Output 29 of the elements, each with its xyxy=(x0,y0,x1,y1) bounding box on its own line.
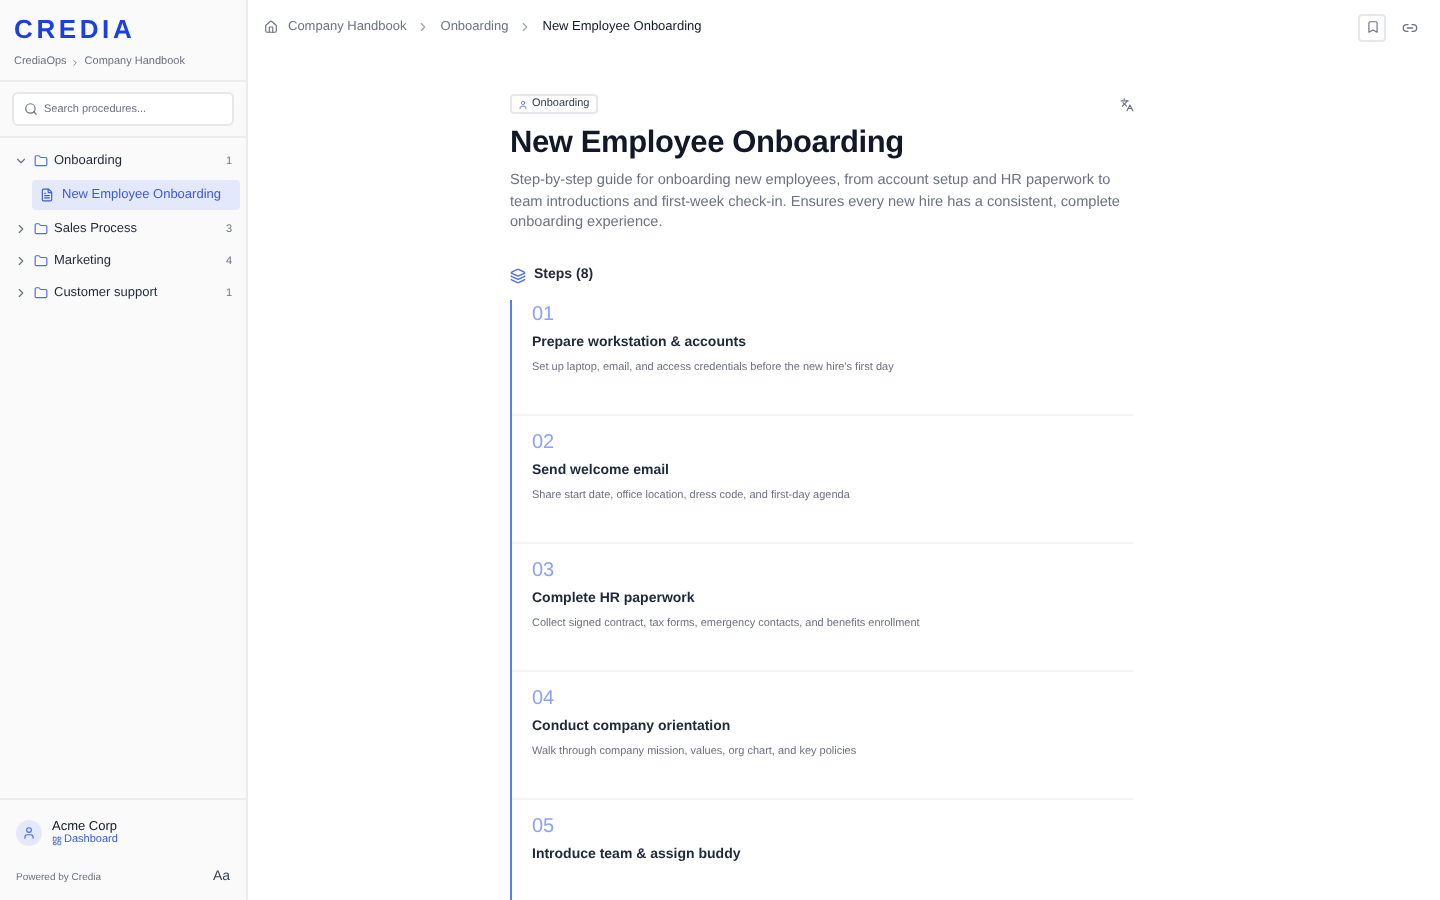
chevron-icon xyxy=(518,20,533,34)
bookmark-button[interactable] xyxy=(1358,13,1386,41)
folder-icon xyxy=(34,222,48,236)
dashboard-icon xyxy=(52,835,62,845)
folder-icon xyxy=(34,254,48,268)
page-title: New Employee Onboarding xyxy=(510,126,906,162)
step-number: 02 xyxy=(532,431,557,453)
chevron-icon xyxy=(14,222,28,236)
search-icon xyxy=(24,102,38,116)
chevron-icon xyxy=(70,57,81,67)
chevron-icon xyxy=(14,154,28,168)
link-icon xyxy=(1402,19,1418,35)
chevron-icon xyxy=(14,286,28,300)
document-icon xyxy=(40,188,54,202)
home-icon xyxy=(264,20,278,34)
step-number: 04 xyxy=(532,687,557,709)
layers-icon xyxy=(510,267,526,283)
step-number: 05 xyxy=(532,815,557,837)
folder-icon xyxy=(34,286,48,300)
chevron-icon xyxy=(416,20,431,34)
step-number: 01 xyxy=(532,303,557,325)
avatar xyxy=(16,820,42,846)
bookmark-icon xyxy=(1365,20,1379,34)
folder-icon xyxy=(34,154,48,168)
user-icon xyxy=(518,99,528,109)
step-number: 03 xyxy=(532,559,557,581)
chevron-icon xyxy=(14,254,28,268)
translate-icon[interactable] xyxy=(1120,97,1134,111)
logo: CREDIA xyxy=(14,14,138,44)
